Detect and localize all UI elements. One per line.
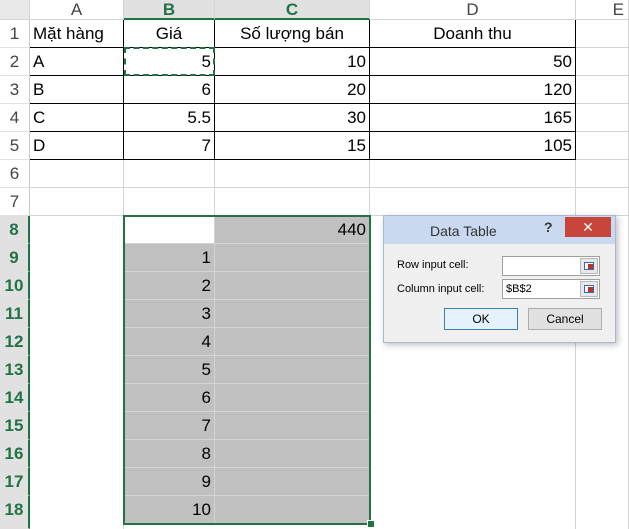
cell-b10[interactable]: 2 xyxy=(124,272,215,300)
cell-c13[interactable] xyxy=(215,356,370,384)
cell-e7[interactable] xyxy=(576,188,629,216)
cell-c12[interactable] xyxy=(215,328,370,356)
cell-b2[interactable]: 5 xyxy=(124,48,215,76)
cell-b16[interactable]: 8 xyxy=(124,440,215,468)
column-header-a[interactable]: A xyxy=(30,0,124,20)
cell-c18[interactable] xyxy=(215,496,370,524)
column-header-b[interactable]: B xyxy=(124,0,215,20)
row-header-11[interactable]: 11 xyxy=(0,300,30,328)
cell-b14[interactable]: 6 xyxy=(124,384,215,412)
row-header-15[interactable]: 15 xyxy=(0,412,30,440)
cell-c5[interactable]: 15 xyxy=(215,132,370,160)
cell-b18[interactable]: 10 xyxy=(124,496,215,524)
cell-a1[interactable]: Mặt hàng xyxy=(30,20,124,48)
column-header-c[interactable]: C xyxy=(215,0,370,20)
cell-a3[interactable]: B xyxy=(30,76,124,104)
range-select-icon[interactable] xyxy=(580,281,598,297)
row-header-12[interactable]: 12 xyxy=(0,328,30,356)
cell-e5[interactable] xyxy=(576,132,629,160)
column-a-empty-area[interactable] xyxy=(30,216,124,529)
row-input-label: Row input cell: xyxy=(397,259,469,271)
row-header-1[interactable]: 1 xyxy=(0,20,30,48)
cell-a5[interactable]: D xyxy=(30,132,124,160)
cancel-button[interactable]: Cancel xyxy=(528,308,602,330)
row-header-4[interactable]: 4 xyxy=(0,104,30,132)
cell-c1[interactable]: Số lượng bán xyxy=(215,20,370,48)
row-input-field[interactable] xyxy=(502,256,600,276)
cell-c11[interactable] xyxy=(215,300,370,328)
row-header-13[interactable]: 13 xyxy=(0,356,30,384)
data-table-dialog: Data Table ? ✕ Row input cell: Column in… xyxy=(383,215,616,343)
cell-a7[interactable] xyxy=(30,188,124,216)
cell-e3[interactable] xyxy=(576,76,629,104)
row-header-10[interactable]: 10 xyxy=(0,272,30,300)
row-header-5[interactable]: 5 xyxy=(0,132,30,160)
row-header-16[interactable]: 16 xyxy=(0,440,30,468)
help-icon[interactable]: ? xyxy=(544,219,553,235)
cell-c10[interactable] xyxy=(215,272,370,300)
cell-c8[interactable]: 440 xyxy=(215,216,370,244)
cell-c4[interactable]: 30 xyxy=(215,104,370,132)
column-input-field[interactable]: $B$2 xyxy=(502,279,600,299)
cell-d6[interactable] xyxy=(370,160,576,188)
row-header-9[interactable]: 9 xyxy=(0,244,30,272)
cell-b6[interactable] xyxy=(124,160,215,188)
dialog-title-bar[interactable]: Data Table ? ✕ xyxy=(384,216,615,244)
cell-b17[interactable]: 9 xyxy=(124,468,215,496)
cell-c17[interactable] xyxy=(215,468,370,496)
cell-d2[interactable]: 50 xyxy=(370,48,576,76)
cell-c7[interactable] xyxy=(215,188,370,216)
cell-d7[interactable] xyxy=(370,188,576,216)
cell-d5[interactable]: 105 xyxy=(370,132,576,160)
cell-e2[interactable] xyxy=(576,48,629,76)
fill-handle[interactable] xyxy=(367,520,375,528)
cell-b4[interactable]: 5.5 xyxy=(124,104,215,132)
cell-c14[interactable] xyxy=(215,384,370,412)
row-header-8[interactable]: 8 xyxy=(0,216,30,244)
row-header-2[interactable]: 2 xyxy=(0,48,30,76)
row-header-17[interactable]: 17 xyxy=(0,468,30,496)
cell-b5[interactable]: 7 xyxy=(124,132,215,160)
range-select-icon[interactable] xyxy=(580,258,598,274)
cell-e6[interactable] xyxy=(576,160,629,188)
column-header-e[interactable]: E xyxy=(576,0,629,20)
cell-b3[interactable]: 6 xyxy=(124,76,215,104)
cell-c16[interactable] xyxy=(215,440,370,468)
cell-c2[interactable]: 10 xyxy=(215,48,370,76)
cell-d3[interactable]: 120 xyxy=(370,76,576,104)
column-input-label: Column input cell: xyxy=(397,283,485,295)
cell-d4[interactable]: 165 xyxy=(370,104,576,132)
close-button[interactable]: ✕ xyxy=(565,217,611,237)
cell-c3[interactable]: 20 xyxy=(215,76,370,104)
cell-b9[interactable]: 1 xyxy=(124,244,215,272)
column-input-value: $B$2 xyxy=(506,283,532,295)
cell-e4[interactable] xyxy=(576,104,629,132)
row-header-7[interactable]: 7 xyxy=(0,188,30,216)
cell-a4[interactable]: C xyxy=(30,104,124,132)
cell-c6[interactable] xyxy=(215,160,370,188)
row-header-14[interactable]: 14 xyxy=(0,384,30,412)
cell-a6[interactable] xyxy=(30,160,124,188)
row-header-3[interactable]: 3 xyxy=(0,76,30,104)
select-all-corner[interactable] xyxy=(0,0,30,20)
cell-e1[interactable] xyxy=(576,20,629,48)
cell-b13[interactable]: 5 xyxy=(124,356,215,384)
column-header-d[interactable]: D xyxy=(370,0,576,20)
row-header-6[interactable]: 6 xyxy=(0,160,30,188)
cell-b11[interactable]: 3 xyxy=(124,300,215,328)
cell-b8[interactable] xyxy=(124,216,215,244)
cell-b1[interactable]: Giá xyxy=(124,20,215,48)
cell-c15[interactable] xyxy=(215,412,370,440)
row-header-18[interactable]: 18 xyxy=(0,496,30,529)
cell-d1[interactable]: Doanh thu xyxy=(370,20,576,48)
cell-c9[interactable] xyxy=(215,244,370,272)
cell-a2[interactable]: A xyxy=(30,48,124,76)
cell-b15[interactable]: 7 xyxy=(124,412,215,440)
cell-b12[interactable]: 4 xyxy=(124,328,215,356)
dialog-title: Data Table xyxy=(430,223,497,239)
ok-button[interactable]: OK xyxy=(444,308,518,330)
cell-b7[interactable] xyxy=(124,188,215,216)
